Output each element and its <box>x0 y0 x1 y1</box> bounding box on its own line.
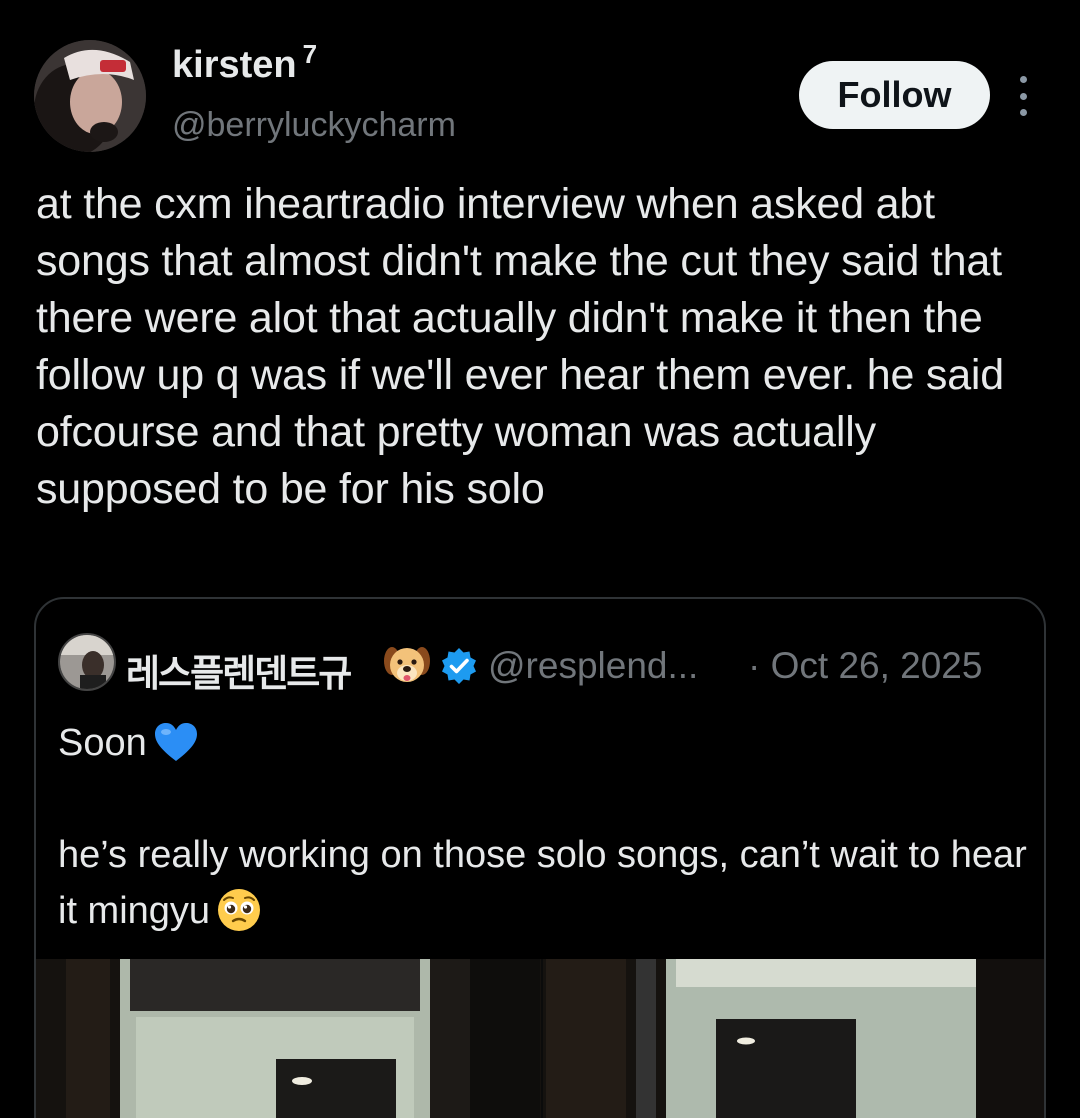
post: kirsten 7 @berryluckycharm Follow at the … <box>0 0 1080 1118</box>
quoted-text: Soon he’s really working on those solo s… <box>58 715 1028 939</box>
quoted-date[interactable]: · Oct 26, 2025 <box>748 645 982 687</box>
quoted-text-body: he’s really working on those solo songs,… <box>58 834 1027 932</box>
post-text: at the cxm iheartradio interview when as… <box>36 180 1004 513</box>
follow-button[interactable]: Follow <box>799 61 990 129</box>
quoted-post[interactable]: 레스플렌덴트규 @resplend... · Oct 26, 2025 Soon… <box>34 597 1046 1118</box>
author-avatar[interactable] <box>34 40 146 152</box>
dog-face-emoji-icon <box>384 647 430 682</box>
quoted-text-line-2: he’s really working on those solo songs,… <box>58 827 1028 939</box>
quoted-display-name[interactable]: 레스플렌덴트규 <box>126 643 352 697</box>
author-display-name[interactable]: kirsten 7 <box>172 39 317 87</box>
author-name-text: kirsten <box>172 44 297 86</box>
more-options-icon[interactable] <box>1012 76 1034 116</box>
quoted-handle[interactable]: @resplend... <box>488 645 698 687</box>
quoted-author-avatar[interactable] <box>58 633 116 691</box>
quoted-text-soon: Soon <box>58 722 147 764</box>
quoted-text-line-1: Soon <box>58 715 1028 771</box>
blue-heart-emoji-icon <box>154 723 197 761</box>
quoted-media[interactable] <box>36 959 1044 1118</box>
author-name-suffix: 7 <box>302 39 318 69</box>
author-handle[interactable]: @berryluckycharm <box>172 106 456 145</box>
verified-badge-icon <box>442 648 476 684</box>
pleading-face-emoji-icon <box>218 889 261 931</box>
